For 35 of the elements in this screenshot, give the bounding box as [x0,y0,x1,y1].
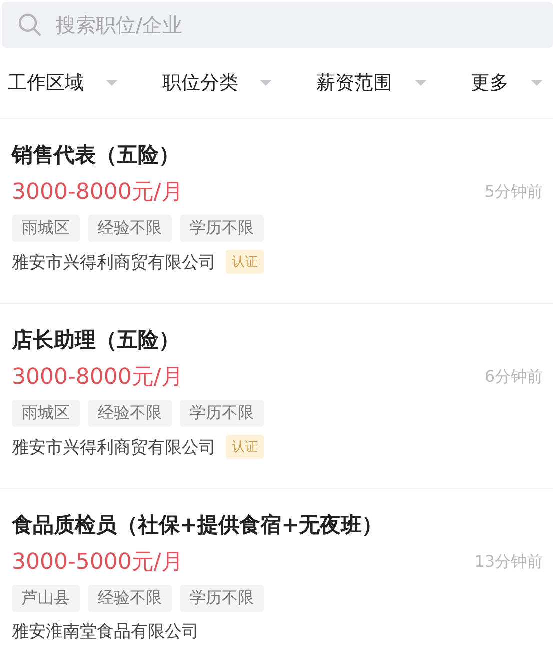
filter-dropdown[interactable]: 职位分类 [162,70,272,96]
job-title: 店长助理（五险） [12,327,181,354]
job-card[interactable]: 销售代表（五险） 3000-8000元/月 5分钟前 雨城区 经验不限 学历不限 雅安市兴得利商贸有限公司 认证 [0,119,553,304]
tag: 雨城区 [12,215,80,242]
filter-dropdown[interactable]: 更多 [470,70,543,96]
post-time: 6分钟前 [484,366,543,388]
filter-dropdown[interactable]: 薪资范围 [316,70,427,96]
job-title: 销售代表（五险） [12,142,181,169]
verified-badge: 认证 [226,435,264,459]
job-card[interactable]: 店长助理（五险） 3000-8000元/月 6分钟前 雨城区 经验不限 学历不限 雅安市兴得利商贸有限公司 认证 [0,304,553,489]
tag: 经验不限 [88,215,172,242]
tag: 学历不限 [180,400,264,427]
company-name: 雅安淮南堂食品有限公司 [12,621,199,643]
tag: 经验不限 [88,585,172,612]
company-name: 雅安市兴得利商贸有限公司 [12,436,216,458]
job-title: 食品质检员（社保+提供食宿+无夜班） [12,512,384,539]
search-field[interactable]: 搜索职位/企业 [2,2,553,48]
tag: 经验不限 [88,400,172,427]
job-card[interactable]: 食品质检员（社保+提供食宿+无夜班） 3000-5000元/月 13分钟前 芦山县 经验不限 学历不限 雅安淮南堂食品有限公司 [0,489,553,650]
salary: 3000-8000元/月 [12,364,184,392]
post-time: 5分钟前 [484,182,543,202]
caret-icon [106,80,118,86]
tag: 学历不限 [180,215,264,242]
verified-badge: 认证 [226,250,264,274]
tag: 学历不限 [180,585,264,612]
salary: 3000-5000元/月 [12,549,184,577]
filter-dropdown[interactable]: 工作区域 [8,70,118,96]
post-time: 13分钟前 [474,552,543,572]
caret-icon [260,80,272,86]
company-name: 雅安市兴得利商贸有限公司 [12,252,216,274]
caret-icon [414,80,427,86]
tag: 雨城区 [12,400,80,427]
salary: 3000-8000元/月 [12,179,184,207]
tag: 芦山县 [12,585,80,612]
caret-icon [530,80,543,86]
